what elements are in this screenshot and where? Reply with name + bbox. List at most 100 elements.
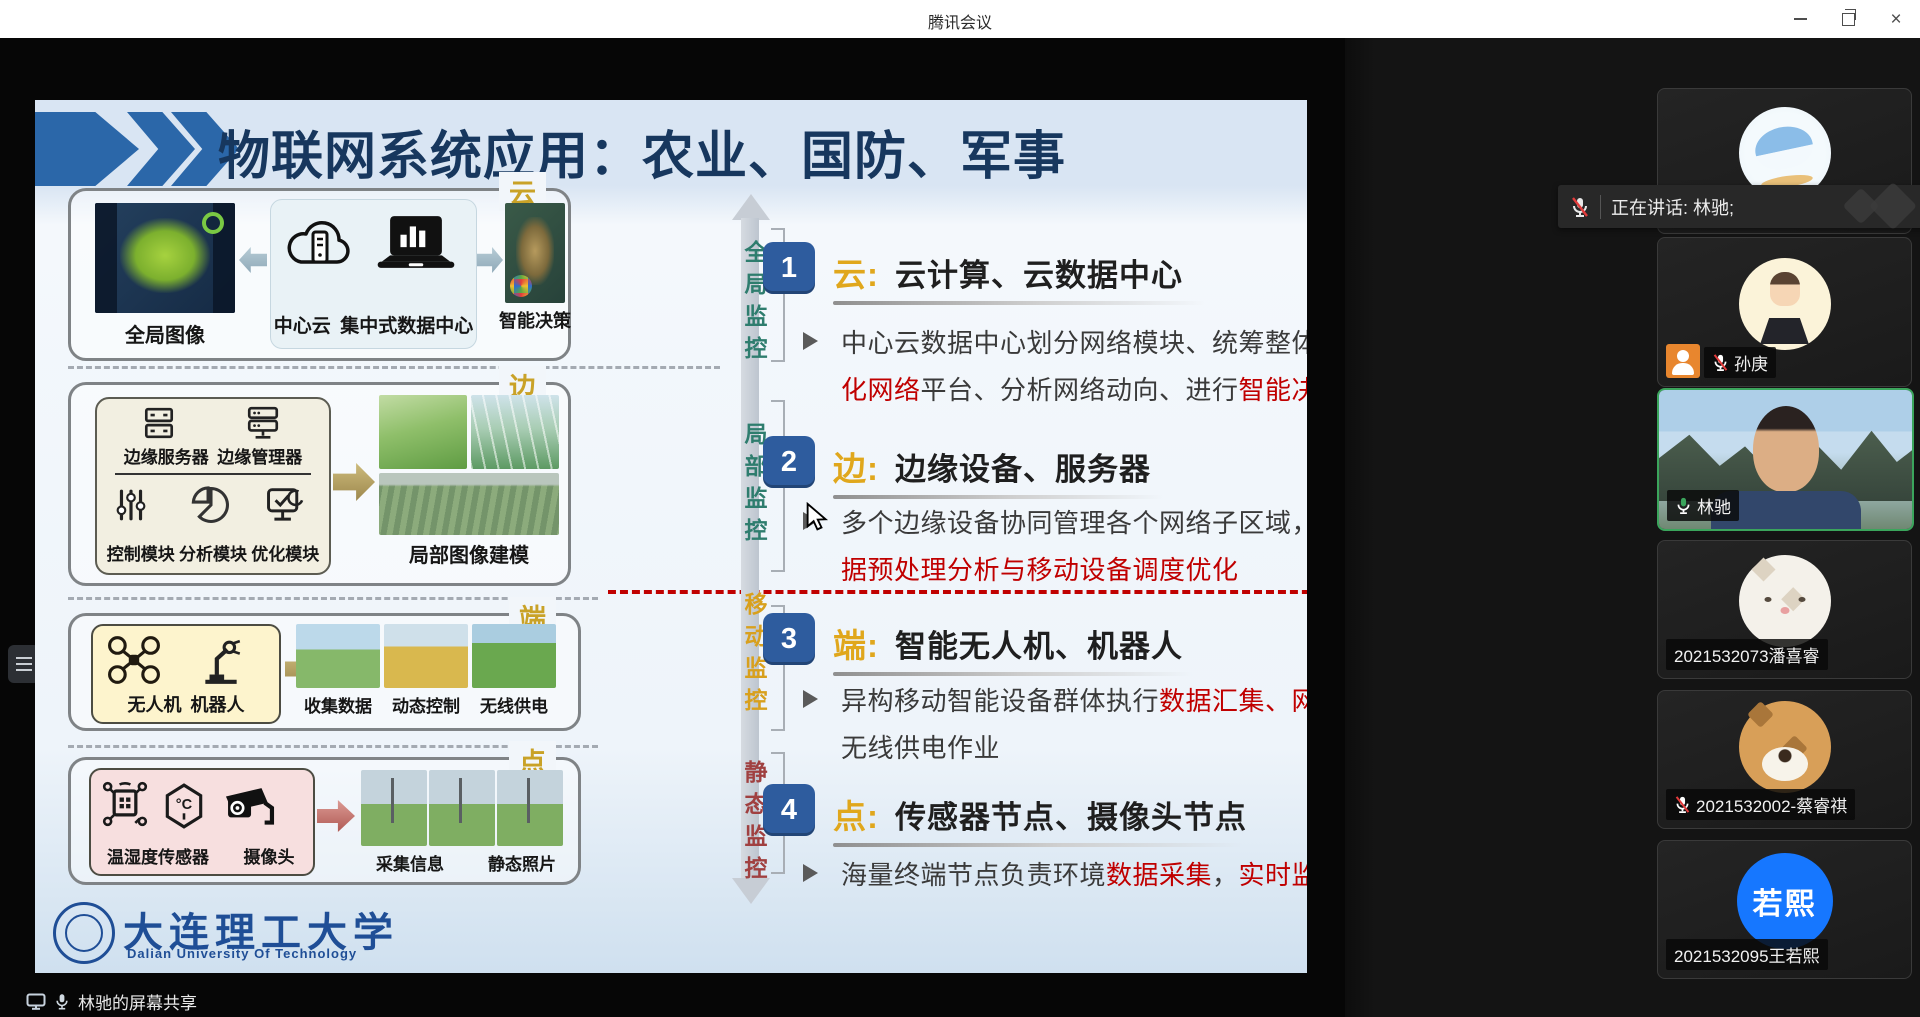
- farm-photo: [379, 395, 467, 469]
- item-key-device: 端:: [833, 627, 879, 664]
- sliders-icon: [116, 489, 146, 521]
- global-image-caption: 全局图像: [125, 325, 205, 347]
- participant-name: 林驰: [1667, 490, 1739, 521]
- heading-underline: [833, 301, 1205, 305]
- camera-caption: 摄像头: [243, 848, 295, 867]
- drone-field-photo: [296, 624, 380, 688]
- drone-wheat-photo: [384, 624, 468, 688]
- participant-tile-speaking[interactable]: 林驰: [1657, 388, 1914, 531]
- window-controls: ×: [1790, 0, 1906, 38]
- screen-share-view: 录制中 物联网系统应用：农业、国防、军事 云 全局图像: [35, 100, 1307, 973]
- device-layer-box: 端 无人机 机器人 收集数据 动态控制 无线供电: [68, 597, 581, 731]
- speaking-banner-label: 正在讲话: 林驰;: [1611, 197, 1735, 218]
- pie-chart-icon: [191, 486, 229, 523]
- device-photo-caption: 无线供电: [480, 697, 548, 716]
- device-photo-caption: 收集数据: [304, 697, 372, 716]
- node-photo-caption: 采集信息: [376, 855, 444, 874]
- participants-panel: 正在讲话: 林驰; 孙庚 林驰 2021532073潘喜睿 2021532002…: [1345, 38, 1920, 1017]
- bullet-arrow-icon: [803, 864, 818, 882]
- svg-text:°C: °C: [176, 797, 193, 813]
- monitor-check-icon: [267, 488, 304, 521]
- list-toolbar-icon: [16, 657, 32, 659]
- app-window: 腾讯会议 × 录制中 物联网系统应用：农业、国防、军事 云: [0, 0, 1920, 1017]
- mic-icon: [56, 993, 68, 1009]
- weather-station-photo: [361, 770, 427, 846]
- restore-button[interactable]: [1838, 8, 1858, 29]
- item-number-1: 1: [763, 242, 815, 294]
- minimize-icon: [1793, 18, 1807, 20]
- arrow-left-icon: [239, 247, 267, 273]
- window-title: 腾讯会议: [927, 15, 992, 32]
- heading-underline: [833, 843, 1243, 847]
- axis-arrow-up-icon: [732, 194, 770, 220]
- avatar: [1738, 258, 1831, 350]
- mouse-cursor: [806, 502, 829, 531]
- item-heading-2: 边: 边缘设备、服务器: [833, 450, 1151, 487]
- device-icons-panel: 无人机 机器人: [91, 624, 281, 724]
- dashed-divider: [68, 366, 720, 369]
- ring-chart-icon: [201, 211, 224, 234]
- global-image-thumbnail: [95, 203, 235, 313]
- cctv-camera-icon: [225, 788, 275, 825]
- item-number-2: 2: [763, 436, 815, 488]
- node-icons-panel: °C 温湿度传感器 摄像头: [89, 768, 315, 876]
- device-photo-caption: 动态控制: [392, 697, 460, 716]
- server-rack-icon: [144, 407, 174, 439]
- sensor-caption: 温湿度传感器: [107, 848, 209, 867]
- item-heading-4: 点: 传感器节点、摄像头节点: [833, 798, 1247, 835]
- drone-icon: [108, 636, 160, 684]
- participant-name: 孙庚: [1704, 347, 1776, 378]
- device-caption: 无人机 机器人: [127, 695, 245, 715]
- weather-station-photo: [497, 770, 563, 846]
- participant-tile[interactable]: 孙庚: [1657, 237, 1912, 387]
- participant-name: 2021532002-蔡睿祺: [1666, 789, 1856, 820]
- node-photo-caption: 静态照片: [488, 855, 556, 874]
- server-manager-icon: [247, 406, 279, 439]
- smart-decision-thumbnail: [505, 203, 565, 303]
- module-tree-line: [115, 473, 311, 475]
- laptop-chart-icon: [377, 216, 455, 268]
- robot-arm-icon: [205, 639, 241, 684]
- participant-tile[interactable]: 2021532073潘喜睿: [1657, 540, 1912, 679]
- participant-tile[interactable]: 2021532002-蔡睿祺: [1657, 690, 1912, 829]
- item-number-3: 3: [763, 613, 815, 665]
- item-number-4: 4: [763, 784, 815, 836]
- bullet-text-2: 多个边缘设备协同管理各个网络子区域，进行区域内终端控制、数 据预处理分析与移动设…: [841, 508, 1307, 585]
- university-name-en: Dalian University Of Technology: [127, 946, 358, 961]
- window-titlebar: 腾讯会议 ×: [0, 0, 1920, 39]
- avatar: 若熙: [1736, 853, 1833, 949]
- video-art: [1752, 406, 1819, 492]
- mic-muted-icon: [1572, 196, 1588, 217]
- bullet-text-3: 异构移动智能设备群体执行数据汇集、网络监控、 无线供电作业: [841, 686, 1307, 763]
- participant-name: 2021532095王若熙: [1666, 939, 1828, 970]
- minimize-button[interactable]: [1790, 9, 1810, 29]
- mic-muted-icon: [1675, 796, 1690, 813]
- drone-crop-photo: [472, 624, 556, 688]
- bullet-text-1: 中心云数据中心划分网络模块、统筹整体网络数据、实时展示可视 化网络平台、分析网络…: [841, 328, 1307, 405]
- university-emblem-icon: [53, 902, 115, 964]
- speaking-banner: 正在讲话: 林驰;: [1558, 181, 1920, 231]
- bullet-arrow-icon: [803, 332, 818, 350]
- node-layer-box: 点 °C 温湿度传感器 摄像头 采集信息 静态照片: [68, 741, 581, 885]
- title-banner-shape: [35, 112, 139, 186]
- mic-active-icon: [1677, 497, 1690, 514]
- edge-modules-caption: 控制模块 分析模块 优化模块: [106, 545, 320, 564]
- slide-title: 物联网系统应用：农业、国防、军事: [218, 128, 1067, 186]
- weather-station-photo: [429, 770, 495, 846]
- participant-tile[interactable]: 若熙 2021532095王若熙: [1657, 840, 1912, 979]
- central-cloud-panel: 中心云 集中式数据中心: [270, 199, 477, 349]
- central-cloud-caption: 中心云 集中式数据中心: [273, 316, 474, 337]
- edge-servers-caption: 边缘服务器 边缘管理器: [123, 448, 303, 467]
- cloud-layer-box: 云 全局图像 中心云 集中式数据中心 智能决策: [68, 172, 571, 361]
- share-status-bar: 林驰的屏幕共享: [0, 985, 1371, 1017]
- edge-modules-panel: 边缘服务器 边缘管理器 控制模块 分析模块 优化模块: [95, 397, 331, 575]
- close-button[interactable]: ×: [1886, 9, 1906, 29]
- arrow-right-icon: [333, 463, 375, 501]
- smart-decision-caption: 智能决策: [499, 311, 571, 331]
- item-key-edge: 边:: [833, 450, 879, 487]
- item-key-node: 点:: [833, 798, 879, 835]
- participant-name: 2021532073潘喜睿: [1666, 639, 1828, 670]
- decorative-shape: [1868, 181, 1918, 231]
- member-badge-icon: [1666, 344, 1700, 378]
- screen-share-icon: [26, 993, 46, 1010]
